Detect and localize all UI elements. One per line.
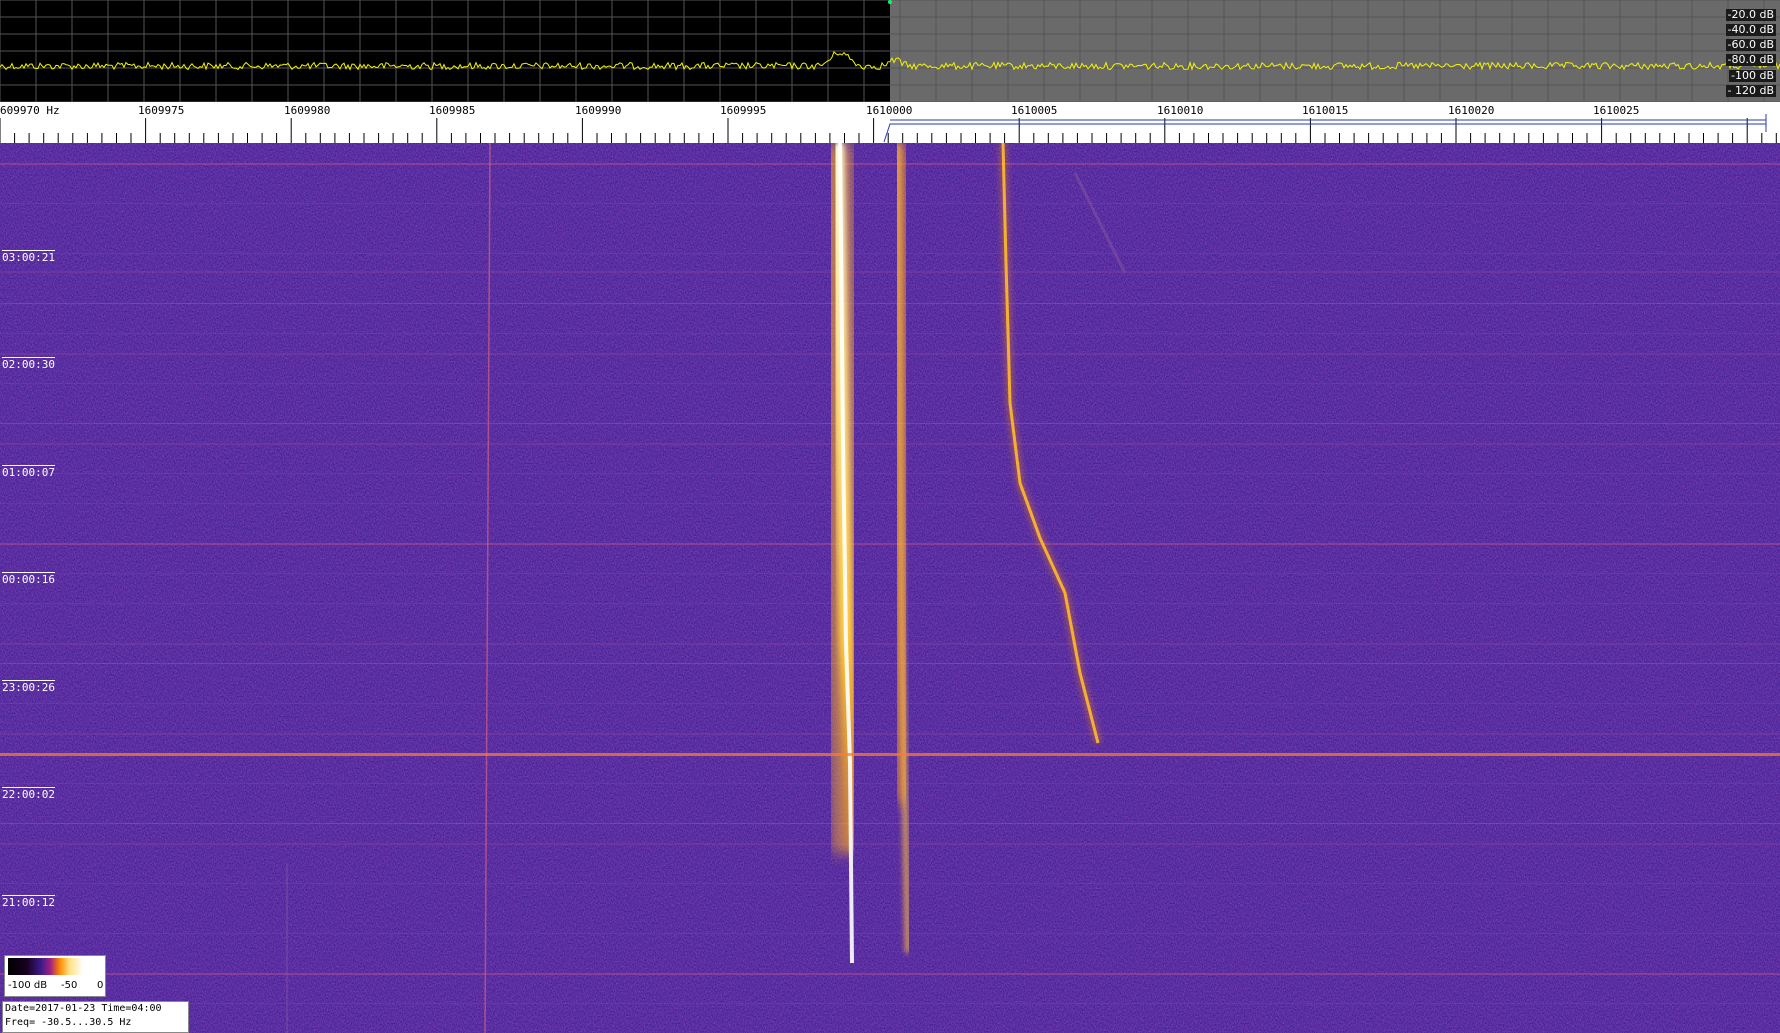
center-marker-icon — [888, 0, 892, 4]
db-scale-label: -80.0 dB — [1725, 53, 1776, 66]
db-scale-label: -20.0 dB — [1725, 8, 1776, 21]
db-scale-label: -60.0 dB — [1725, 38, 1776, 51]
time-label: 00:00:16 — [2, 572, 55, 586]
db-scale-label: -100 dB — [1729, 69, 1776, 82]
time-label: 03:00:21 — [2, 250, 55, 264]
color-scale-min: -100 dB — [8, 980, 48, 991]
spectrum-plot — [0, 0, 1780, 102]
ruler-ticks — [0, 114, 1777, 143]
info-box: Date=2017-01-23 Time=04:00 Freq= -30.5..… — [2, 1001, 189, 1033]
time-label: 21:00:12 — [2, 895, 55, 909]
waterfall-image — [0, 143, 1780, 1033]
color-scale-mid: -50 — [61, 980, 78, 991]
waterfall-display[interactable]: 03:00:21 02:00:30 01:00:07 00:00:16 23:0… — [0, 143, 1780, 1033]
date-time-line: Date=2017-01-23 Time=04:00 — [5, 1003, 162, 1014]
spectrum-panel[interactable]: -20.0 dB -40.0 dB -60.0 dB -80.0 dB -100… — [0, 0, 1780, 102]
time-label: 01:00:07 — [2, 465, 55, 479]
time-label: 23:00:26 — [2, 680, 55, 694]
time-label: 02:00:30 — [2, 357, 55, 371]
db-scale-label: -40.0 dB — [1725, 23, 1776, 36]
color-scale-legend: -100 dB -50 0 — [4, 955, 106, 997]
interference-line — [0, 753, 1780, 756]
frequency-ruler[interactable]: 609970 Hz 1609975 1609980 1609985 160999… — [0, 102, 1780, 144]
db-scale-label: - 120 dB — [1725, 84, 1776, 97]
color-gradient — [8, 958, 102, 975]
freq-range-line: Freq= -30.5...30.5 Hz — [5, 1017, 132, 1028]
time-label: 22:00:02 — [2, 787, 55, 801]
color-scale-max: 0 — [97, 980, 104, 991]
